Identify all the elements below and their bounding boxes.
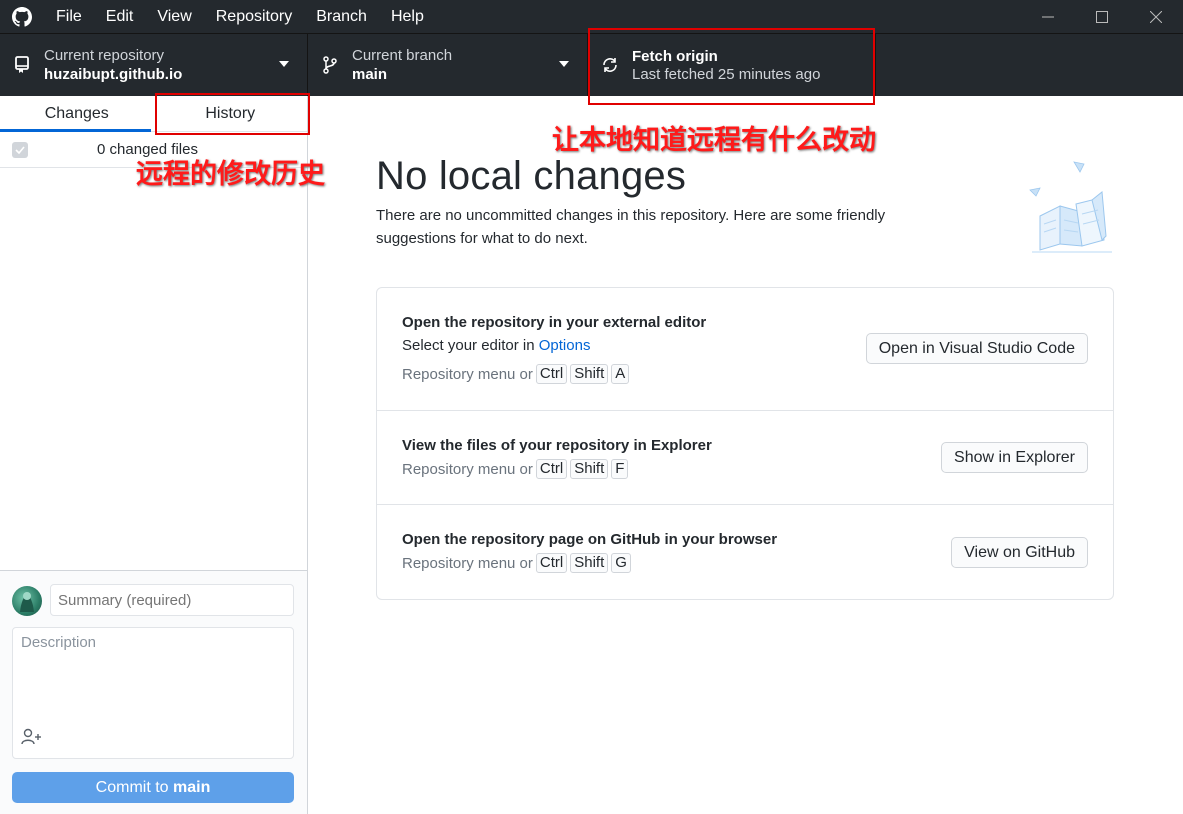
menu-help[interactable]: Help bbox=[379, 0, 436, 33]
commit-button-prefix: Commit to bbox=[95, 779, 173, 796]
kbd-shift: Shift bbox=[570, 459, 609, 479]
suggestion-show-in-explorer: View the files of your repository in Exp… bbox=[377, 411, 1113, 505]
tab-changes[interactable]: Changes bbox=[0, 96, 154, 132]
minimize-icon[interactable] bbox=[1021, 0, 1075, 33]
kbd-key: F bbox=[611, 459, 629, 479]
kbd-ctrl: Ctrl bbox=[535, 364, 568, 384]
page-subtitle: There are no uncommitted changes in this… bbox=[376, 207, 886, 247]
chevron-down-icon bbox=[559, 61, 569, 67]
suggestion-view-on-github: Open the repository page on GitHub in yo… bbox=[377, 505, 1113, 599]
fetch-origin-highlight bbox=[588, 28, 875, 105]
suggestion-subtitle: Select your editor in Options bbox=[402, 337, 590, 354]
current-repository-dropdown[interactable]: Current repository huzaibupt.github.io bbox=[0, 34, 308, 96]
main-panel: No local changes There are no uncommitte… bbox=[308, 96, 1183, 814]
github-logo-icon bbox=[0, 6, 44, 27]
current-branch-dropdown[interactable]: Current branch main bbox=[308, 34, 588, 96]
suggestion-open-editor: Open the repository in your external edi… bbox=[377, 288, 1113, 411]
fetch-annotation: 让本地知道远程有什么改动 bbox=[552, 125, 876, 156]
maximize-icon[interactable] bbox=[1075, 0, 1129, 33]
kbd-shift: Shift bbox=[570, 553, 609, 573]
shortcut-hint: Repository menu or Ctrl Shift F bbox=[402, 459, 629, 479]
menu-file[interactable]: File bbox=[44, 0, 94, 33]
kbd-key: A bbox=[611, 364, 630, 384]
open-in-vscode-button[interactable]: Open in Visual Studio Code bbox=[865, 333, 1088, 364]
current-repository-name: huzaibupt.github.io bbox=[44, 65, 183, 83]
description-field[interactable]: Description bbox=[12, 627, 294, 759]
shortcut-prefix: Repository menu or bbox=[402, 365, 533, 383]
avatar bbox=[12, 586, 42, 616]
suggestion-title: View the files of your repository in Exp… bbox=[402, 437, 712, 454]
commit-button-branch: main bbox=[173, 779, 211, 796]
shortcut-prefix: Repository menu or bbox=[402, 554, 533, 572]
suggestion-title: Open the repository in your external edi… bbox=[402, 314, 707, 331]
menu-branch[interactable]: Branch bbox=[304, 0, 379, 33]
commit-button[interactable]: Commit to main bbox=[12, 772, 294, 803]
page-title: No local changes bbox=[376, 154, 687, 198]
close-icon[interactable] bbox=[1129, 0, 1183, 33]
branch-icon bbox=[308, 56, 352, 74]
kbd-shift: Shift bbox=[570, 364, 609, 384]
summary-input[interactable] bbox=[50, 584, 294, 616]
shortcut-hint: Repository menu or Ctrl Shift G bbox=[402, 553, 631, 573]
repo-icon bbox=[0, 56, 44, 74]
view-on-github-button[interactable]: View on GitHub bbox=[951, 537, 1088, 568]
select-all-checkbox[interactable] bbox=[12, 141, 28, 158]
chevron-down-icon bbox=[279, 61, 289, 67]
current-branch-label: Current branch bbox=[352, 46, 453, 64]
suggestions-card: Open the repository in your external edi… bbox=[376, 287, 1114, 600]
shortcut-prefix: Repository menu or bbox=[402, 460, 533, 478]
empty-state-illustration bbox=[1026, 160, 1118, 261]
kbd-ctrl: Ctrl bbox=[535, 553, 568, 573]
menu-repository[interactable]: Repository bbox=[204, 0, 304, 33]
commit-area: Description Commit to main bbox=[0, 570, 307, 814]
sidebar: Changes History 0 changed files Descript… bbox=[0, 96, 308, 814]
kbd-ctrl: Ctrl bbox=[535, 459, 568, 479]
options-link[interactable]: Options bbox=[539, 337, 591, 354]
menu-bar: File Edit View Repository Branch Help bbox=[44, 0, 436, 33]
shortcut-hint: Repository menu or Ctrl Shift A bbox=[402, 364, 630, 384]
suggestion-title: Open the repository page on GitHub in yo… bbox=[402, 531, 778, 548]
history-annotation: 远程的修改历史 bbox=[136, 159, 325, 190]
menu-edit[interactable]: Edit bbox=[94, 0, 146, 33]
kbd-key: G bbox=[611, 553, 631, 573]
show-in-explorer-button[interactable]: Show in Explorer bbox=[941, 442, 1088, 473]
current-branch-name: main bbox=[352, 65, 388, 83]
history-tab-highlight bbox=[155, 93, 310, 135]
window-controls bbox=[1021, 0, 1183, 33]
current-repository-label: Current repository bbox=[44, 46, 165, 64]
menu-view[interactable]: View bbox=[145, 0, 203, 33]
description-placeholder: Description bbox=[21, 634, 97, 651]
add-co-author-icon[interactable] bbox=[21, 728, 43, 750]
suggestion-subtitle-prefix: Select your editor in bbox=[402, 337, 539, 354]
